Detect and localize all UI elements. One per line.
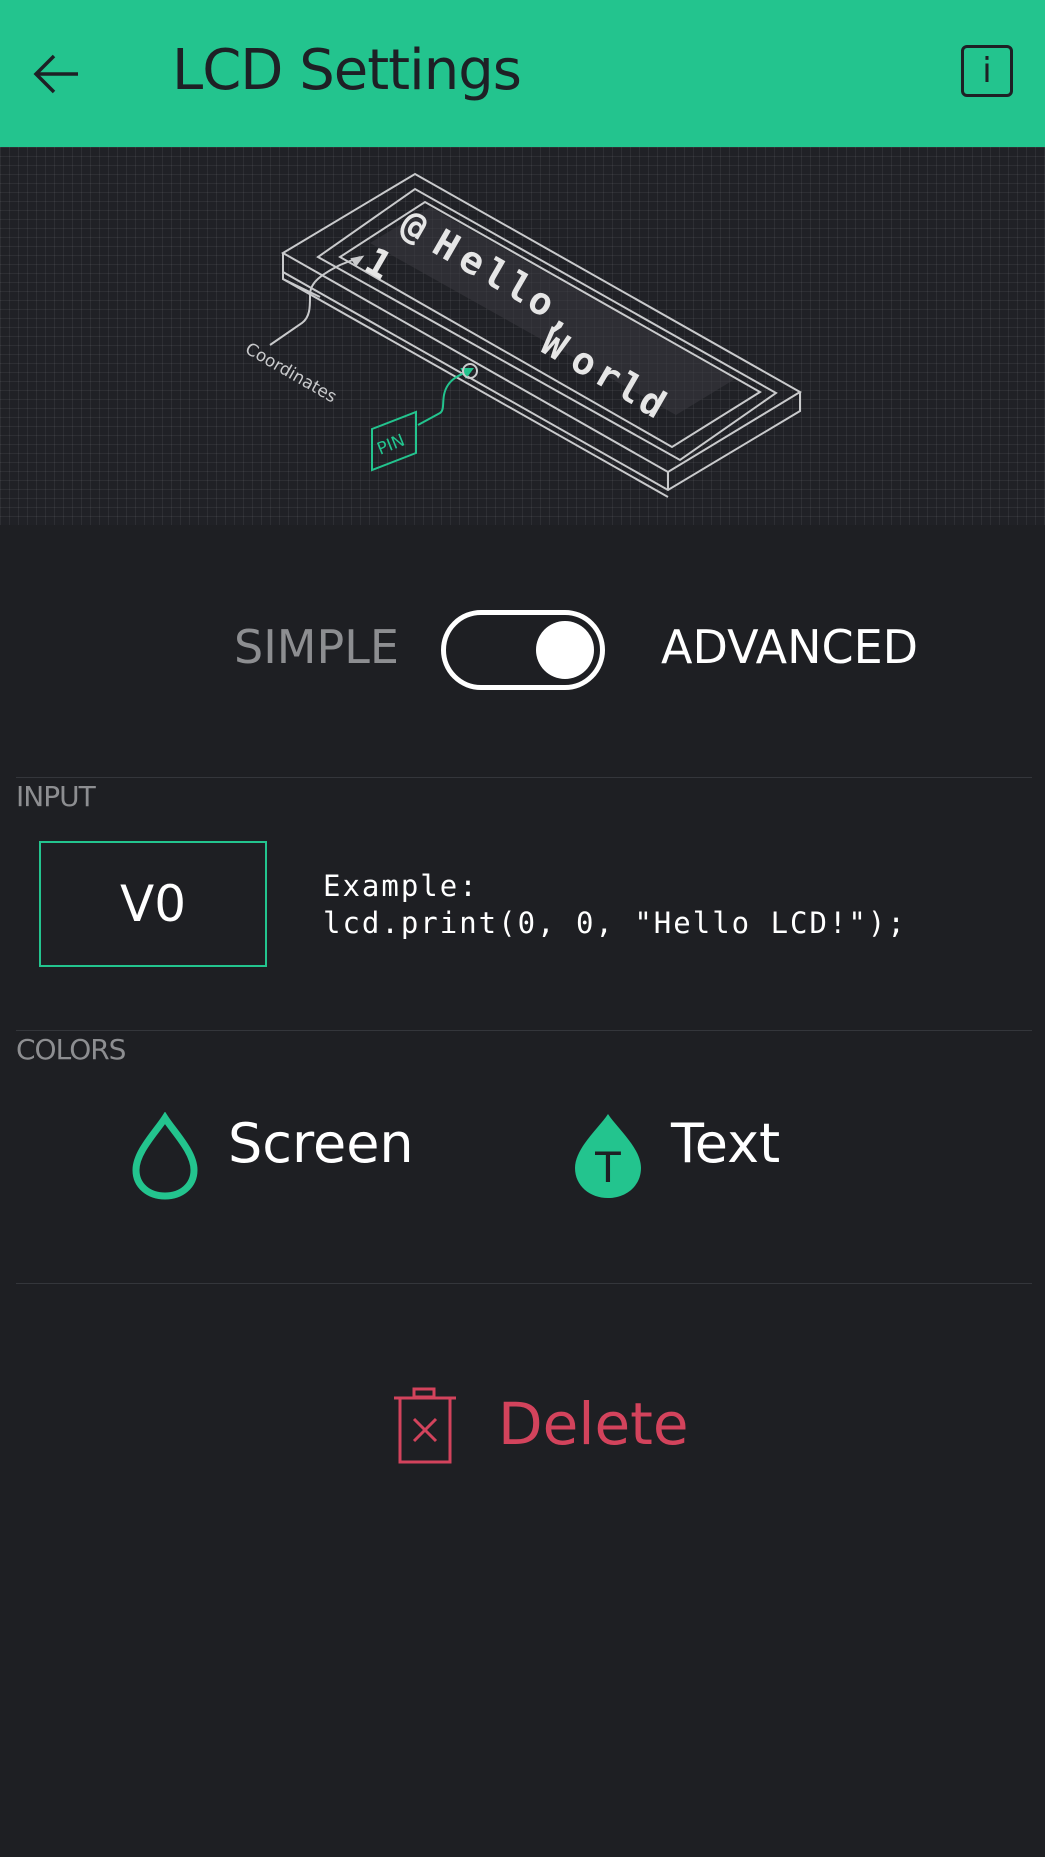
colors-section-label: COLORS (16, 1033, 126, 1066)
divider (16, 777, 1032, 778)
drop-text-icon: T (575, 1114, 641, 1198)
app-bar: LCD Settings i (0, 0, 1045, 147)
input-section-label: INPUT (16, 780, 96, 813)
drop-outline-icon (132, 1112, 198, 1200)
mode-simple-label[interactable]: SIMPLE (234, 620, 399, 674)
screen-color-button[interactable]: Screen (130, 1112, 430, 1202)
info-button[interactable]: i (961, 45, 1013, 97)
virtual-pin-selector[interactable]: V0 (39, 841, 267, 967)
divider (16, 1283, 1032, 1284)
text-color-button[interactable]: T Text (573, 1112, 813, 1202)
arrow-left-icon (33, 54, 78, 94)
text-color-label: Text (671, 1112, 781, 1175)
code-example: Example: lcd.print(0, 0, "Hello LCD!"); (323, 869, 907, 940)
trash-icon (394, 1387, 456, 1464)
divider (16, 1030, 1032, 1031)
coordinates-callout: Coordinates (242, 339, 341, 407)
lcd-device-drawing: 1 @ H e l l o , W o r l d Coordinates PI… (242, 172, 802, 498)
delete-label: Delete (498, 1390, 689, 1458)
delete-button[interactable]: Delete (390, 1386, 690, 1466)
screen-color-label: Screen (228, 1112, 414, 1175)
back-button[interactable] (30, 44, 86, 100)
page-title: LCD Settings (172, 38, 522, 103)
lcd-illustration: 1 @ H e l l o , W o r l d Coordinates PI… (0, 147, 1045, 525)
mode-advanced-label[interactable]: ADVANCED (661, 620, 918, 674)
pin-callout: PIN (374, 431, 407, 460)
lcd-char: 1 (358, 239, 400, 289)
mode-switch[interactable] (441, 610, 605, 690)
switch-knob (536, 621, 594, 679)
text-icon-glyph: T (594, 1143, 621, 1192)
mode-toggle-row: SIMPLE ADVANCED (0, 600, 1045, 700)
